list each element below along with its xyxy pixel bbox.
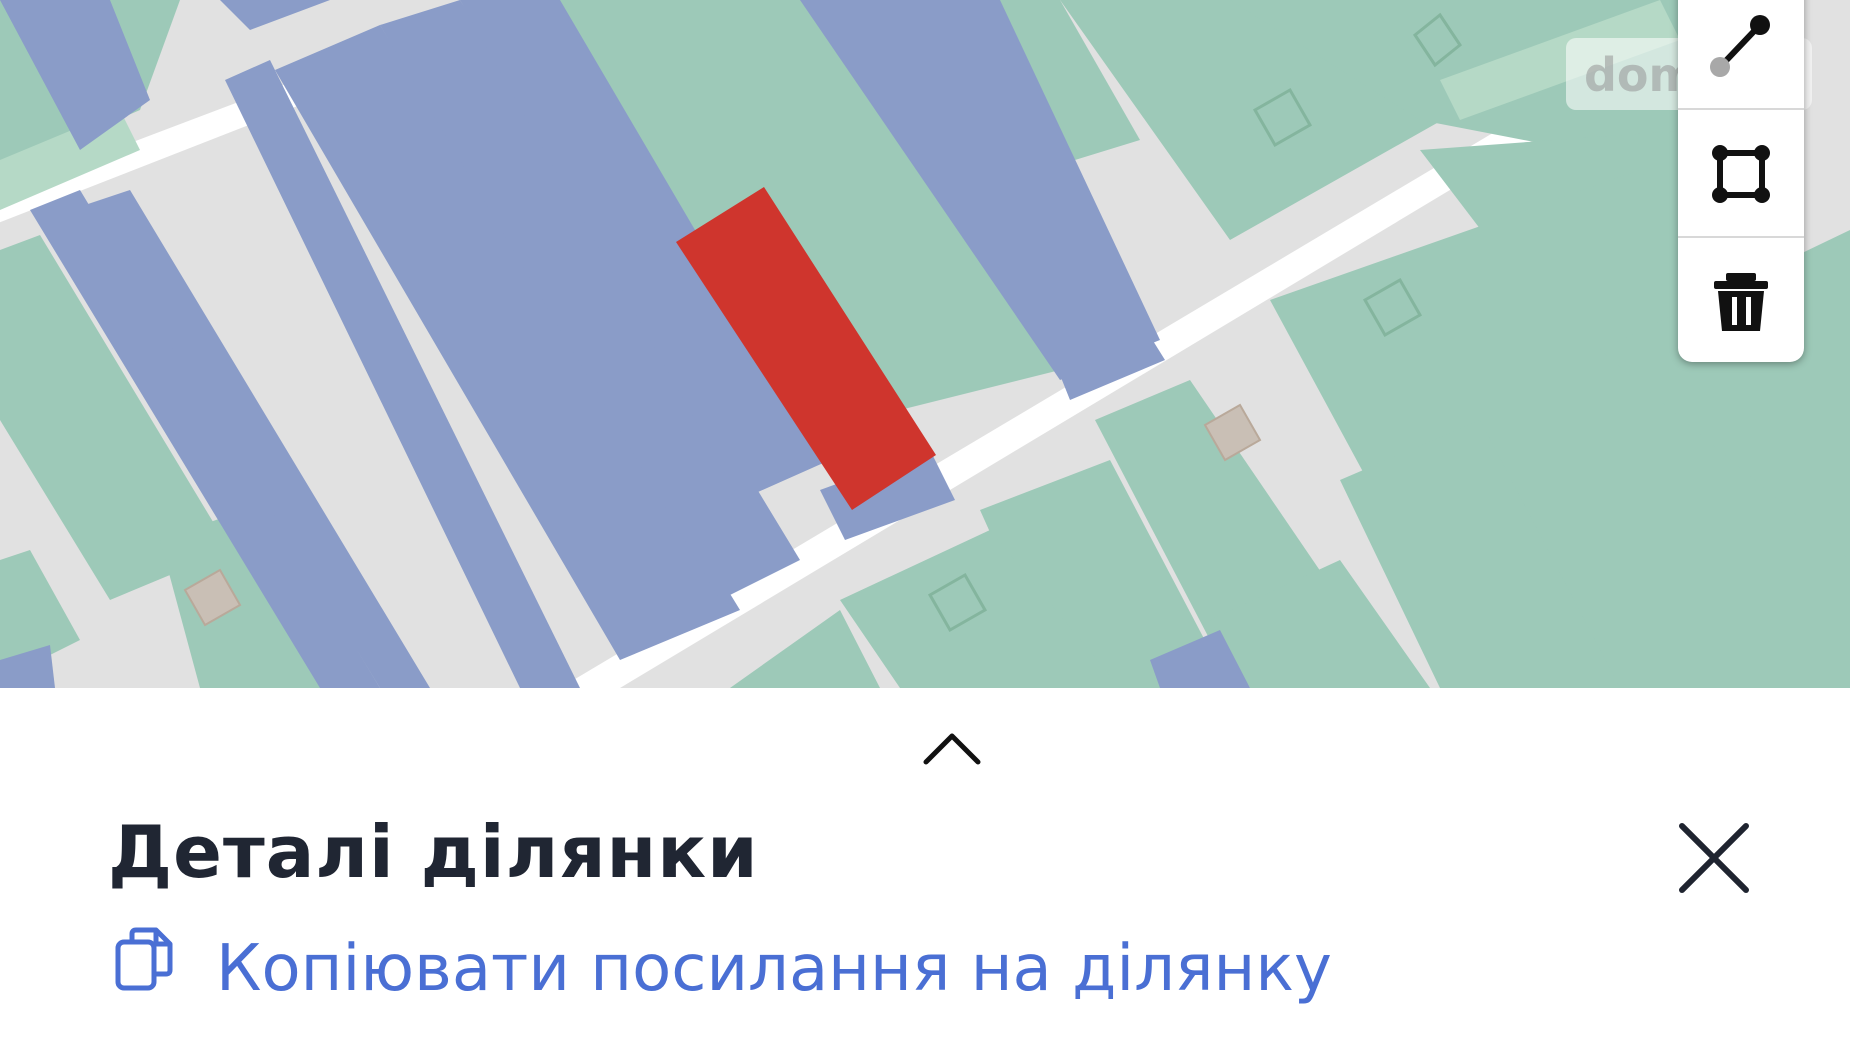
draw-line-icon xyxy=(1710,15,1770,77)
cadastral-map[interactable]: dom xyxy=(0,0,1850,688)
copy-icon[interactable] xyxy=(114,926,174,992)
close-icon[interactable] xyxy=(1676,820,1752,896)
chevron-up-icon[interactable] xyxy=(922,730,982,766)
sheet-title: Деталі ділянки xyxy=(108,810,759,894)
delete-button[interactable] xyxy=(1678,236,1804,366)
trash-icon xyxy=(1714,273,1768,331)
draw-polygon-icon xyxy=(1712,145,1770,203)
copy-parcel-link[interactable]: Копіювати посилання на ділянку xyxy=(216,932,1332,1006)
draw-line-button[interactable] xyxy=(1678,0,1804,108)
draw-polygon-button[interactable] xyxy=(1678,108,1804,238)
map-draw-toolbar xyxy=(1678,0,1804,362)
